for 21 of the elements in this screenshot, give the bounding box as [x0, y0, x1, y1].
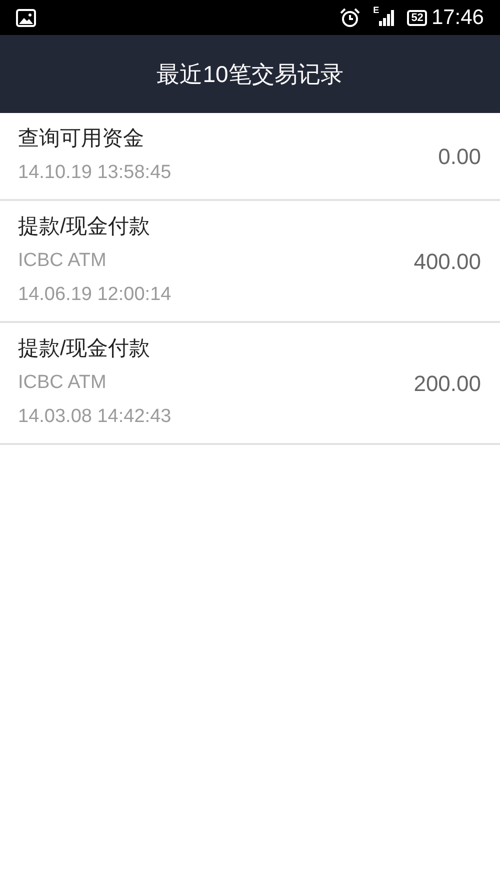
- alarm-clock-icon: [339, 8, 362, 28]
- transaction-title: 提款/现金付款: [18, 336, 151, 362]
- transaction-datetime: 14.03.08 14:42:43: [18, 405, 172, 429]
- image-icon: [16, 8, 36, 26]
- transaction-row[interactable]: 查询可用资金 14.10.19 13:58:45 0.00: [0, 113, 500, 201]
- page-title: 最近10笔交易记录: [156, 60, 344, 89]
- transaction-datetime: 14.10.19 13:58:45: [18, 161, 172, 185]
- transaction-row[interactable]: 提款/现金付款 ICBC ATM 14.03.08 14:42:43 200.00: [0, 323, 500, 445]
- signal-icon: [379, 10, 396, 26]
- transaction-row[interactable]: 提款/现金付款 ICBC ATM 14.06.19 12:00:14 400.00: [0, 201, 500, 323]
- transaction-amount: 400.00: [414, 248, 481, 276]
- clock-time: 17:46: [431, 4, 484, 31]
- transaction-amount: 0.00: [438, 142, 481, 170]
- transaction-datetime: 14.06.19 12:00:14: [18, 283, 172, 307]
- battery-level: 52: [407, 10, 428, 26]
- merchant-name: ICBC ATM: [18, 249, 108, 273]
- transaction-title: 提款/现金付款: [18, 214, 151, 240]
- network-type: E: [373, 6, 380, 15]
- merchant-name: ICBC ATM: [18, 371, 108, 395]
- transaction-title: 查询可用资金: [18, 126, 145, 152]
- transaction-amount: 200.00: [414, 370, 481, 398]
